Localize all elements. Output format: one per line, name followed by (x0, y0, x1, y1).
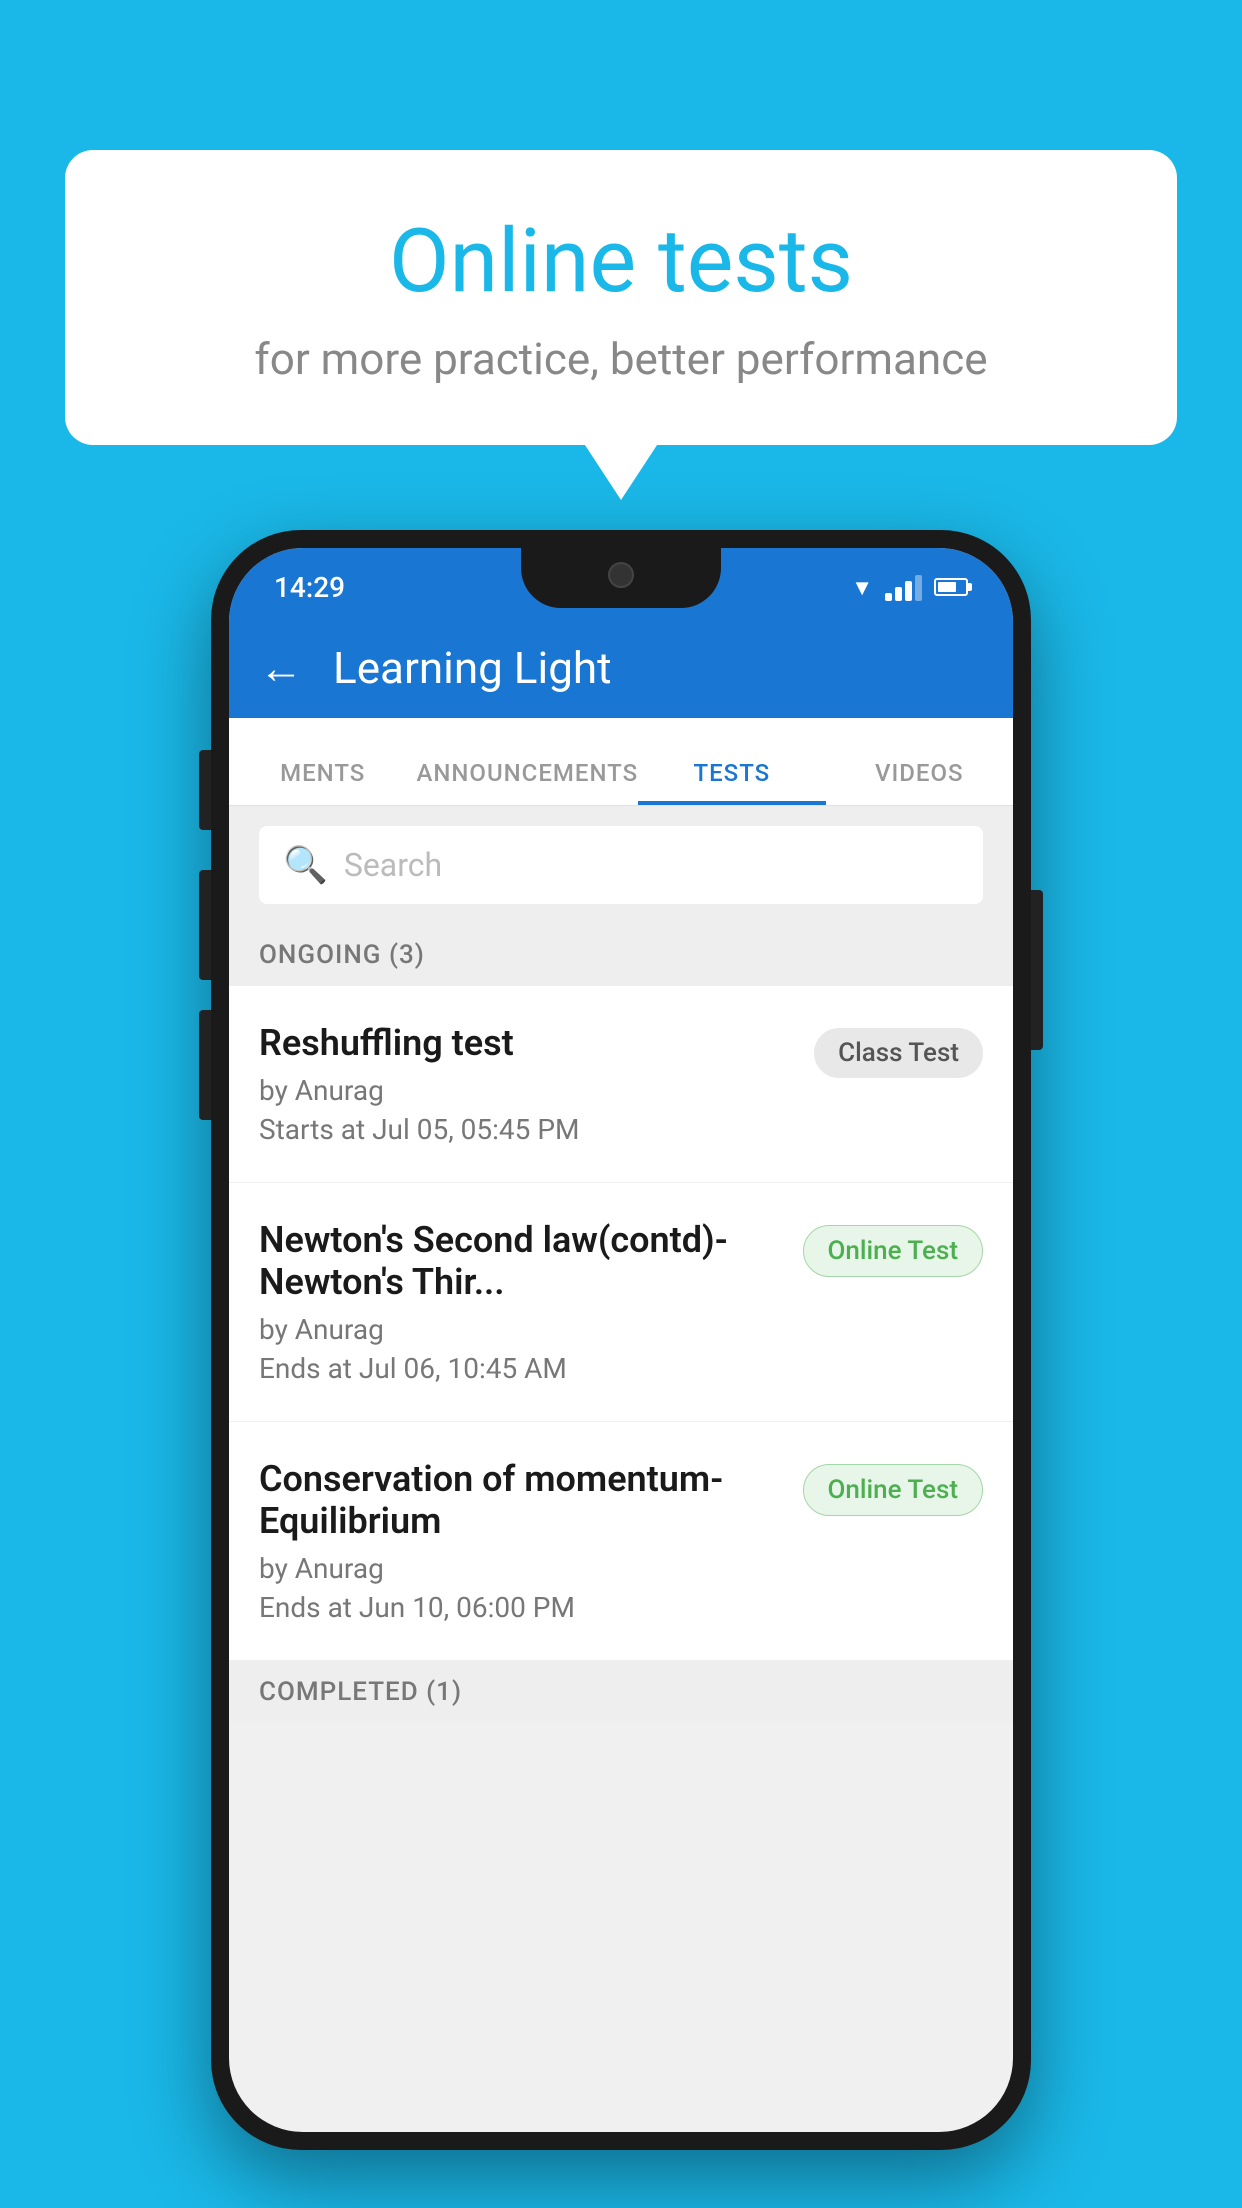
tab-videos[interactable]: VIDEOS (826, 759, 1013, 805)
test-list: Reshuffling test by Anurag Starts at Jul… (229, 986, 1013, 1661)
search-placeholder: Search (344, 846, 442, 884)
test-badge-online-2: Online Test (803, 1464, 984, 1516)
tab-ments[interactable]: MENTS (229, 759, 416, 805)
power-button (1031, 890, 1043, 1050)
search-container: 🔍 Search (229, 806, 1013, 924)
battery-icon (934, 578, 968, 596)
test-item[interactable]: Reshuffling test by Anurag Starts at Jul… (229, 986, 1013, 1183)
phone-screen: 14:29 ▼ (229, 548, 1013, 2132)
volume-up-button (199, 750, 211, 830)
tab-bar: MENTS ANNOUNCEMENTS TESTS VIDEOS (229, 718, 1013, 806)
test-item[interactable]: Newton's Second law(contd)-Newton's Thir… (229, 1183, 1013, 1422)
test-badge-online: Online Test (803, 1225, 984, 1277)
test-info: Reshuffling test by Anurag Starts at Jul… (259, 1022, 794, 1146)
test-date: Starts at Jul 05, 05:45 PM (259, 1113, 794, 1146)
phone-wrapper: 14:29 ▼ (211, 530, 1031, 2150)
test-author: by Anurag (259, 1074, 794, 1107)
bubble-title: Online tests (145, 210, 1097, 313)
wifi-icon: ▼ (851, 573, 873, 601)
completed-label: COMPLETED (1) (259, 1677, 462, 1707)
completed-section-header: COMPLETED (1) (229, 1661, 1013, 1723)
back-arrow-icon[interactable]: ← (259, 642, 303, 694)
tab-announcements[interactable]: ANNOUNCEMENTS (416, 759, 638, 805)
test-badge-class: Class Test (814, 1028, 983, 1078)
speech-bubble-container: Online tests for more practice, better p… (65, 150, 1177, 445)
speech-bubble: Online tests for more practice, better p… (65, 150, 1177, 445)
test-item[interactable]: Conservation of momentum-Equilibrium by … (229, 1422, 1013, 1661)
phone-left-button (199, 1010, 211, 1120)
test-info: Conservation of momentum-Equilibrium by … (259, 1458, 783, 1624)
test-name: Newton's Second law(contd)-Newton's Thir… (259, 1219, 783, 1303)
test-author: by Anurag (259, 1313, 783, 1346)
signal-icon (885, 573, 922, 601)
test-name: Conservation of momentum-Equilibrium (259, 1458, 783, 1542)
test-name: Reshuffling test (259, 1022, 794, 1064)
status-icons: ▼ (851, 573, 968, 601)
tab-tests[interactable]: TESTS (638, 759, 825, 805)
phone-notch (521, 548, 721, 608)
volume-down-button (199, 870, 211, 980)
status-time: 14:29 (274, 571, 345, 604)
test-info: Newton's Second law(contd)-Newton's Thir… (259, 1219, 783, 1385)
bubble-subtitle: for more practice, better performance (145, 333, 1097, 385)
ongoing-label: ONGOING (3) (259, 940, 425, 970)
search-bar[interactable]: 🔍 Search (259, 826, 983, 904)
search-icon: 🔍 (283, 844, 328, 886)
app-title: Learning Light (333, 642, 612, 694)
test-date: Ends at Jul 06, 10:45 AM (259, 1352, 783, 1385)
phone-frame: 14:29 ▼ (211, 530, 1031, 2150)
test-date: Ends at Jun 10, 06:00 PM (259, 1591, 783, 1624)
app-bar: ← Learning Light (229, 618, 1013, 718)
front-camera (608, 562, 634, 588)
test-author: by Anurag (259, 1552, 783, 1585)
ongoing-section-header: ONGOING (3) (229, 924, 1013, 986)
